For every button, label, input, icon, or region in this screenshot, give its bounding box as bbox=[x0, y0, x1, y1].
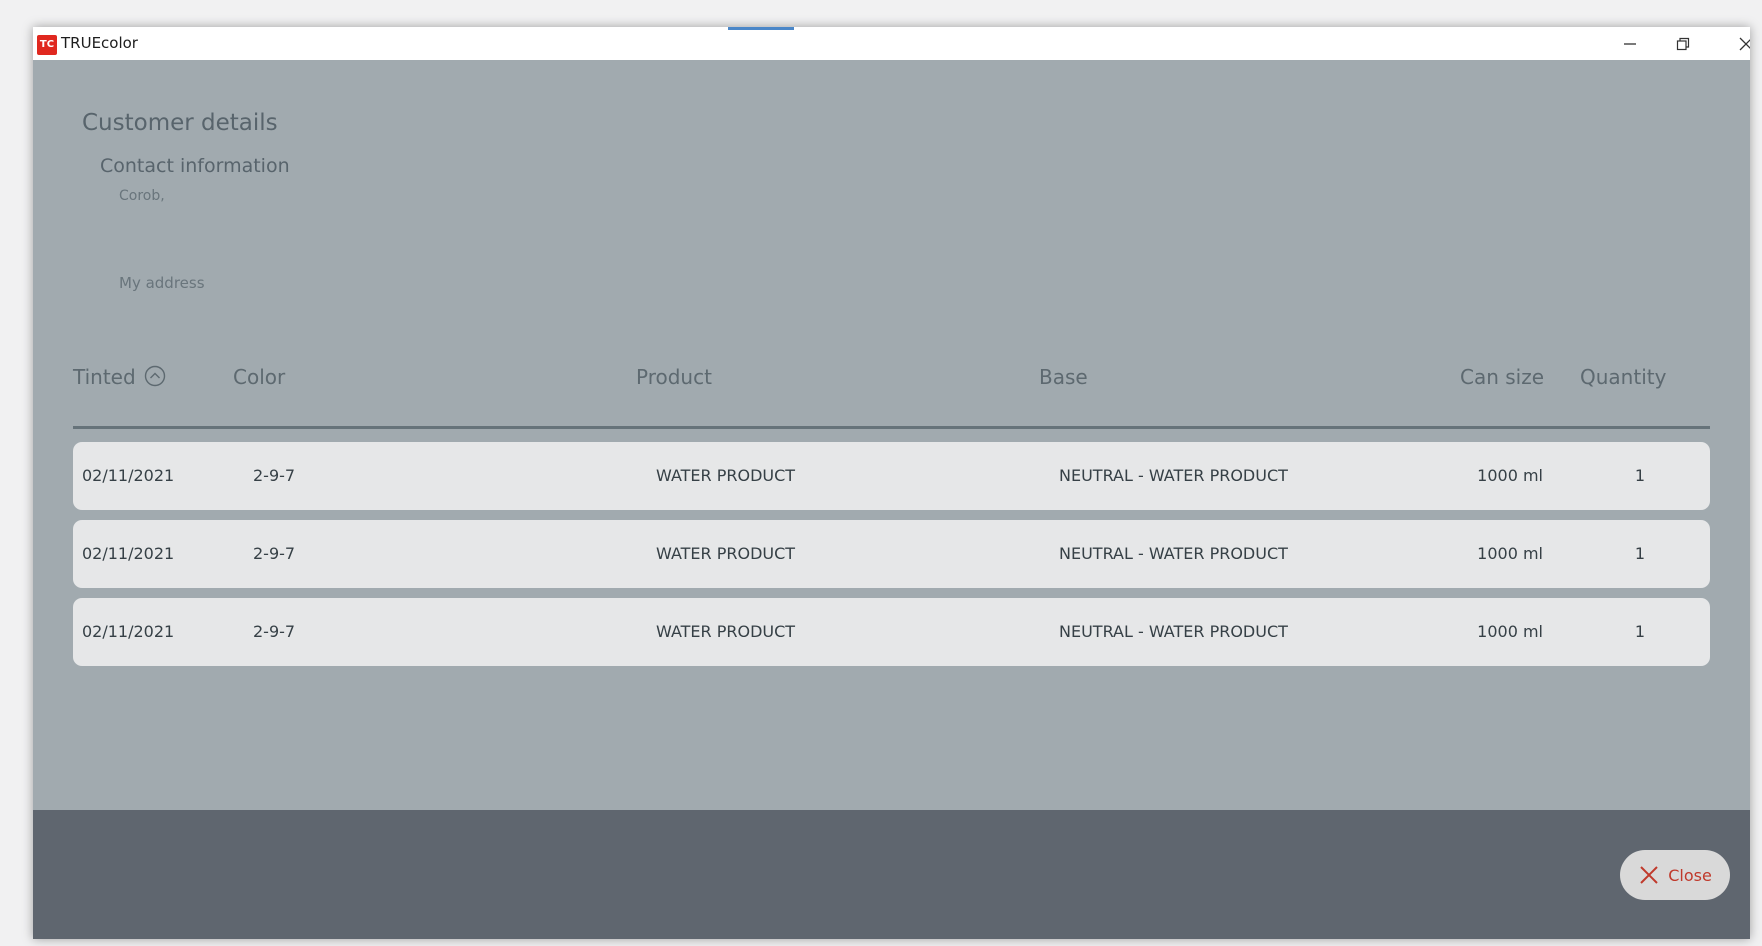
cell-product: WATER PRODUCT bbox=[656, 466, 796, 485]
close-button-label: Close bbox=[1668, 865, 1712, 885]
cell-quantity: 1 bbox=[1634, 622, 1646, 641]
cell-product: WATER PRODUCT bbox=[656, 544, 796, 563]
cell-tinted: 02/11/2021 bbox=[82, 544, 175, 563]
minimize-button[interactable] bbox=[1603, 27, 1657, 60]
close-icon bbox=[1640, 866, 1658, 884]
column-header-base: Base bbox=[1039, 365, 1088, 389]
column-header-label: Tinted bbox=[73, 365, 136, 389]
app-logo-icon: TC bbox=[37, 35, 57, 55]
column-header-color: Color bbox=[233, 365, 286, 389]
column-header-product: Product bbox=[636, 365, 712, 389]
cell-can-size: 1000 ml bbox=[1477, 622, 1543, 641]
column-header-quantity: Quantity bbox=[1580, 365, 1667, 389]
cell-color: 2-9-7 bbox=[253, 466, 296, 485]
window-close-button[interactable] bbox=[1719, 27, 1750, 60]
title-accent-bar bbox=[728, 27, 794, 30]
cell-tinted: 02/11/2021 bbox=[82, 466, 175, 485]
column-header-can-size: Can size bbox=[1460, 365, 1545, 389]
table-header: Tinted Color Product Base Can size Quant… bbox=[33, 365, 1750, 405]
close-x-icon bbox=[1739, 37, 1750, 50]
restore-icon bbox=[1676, 37, 1690, 50]
customer-address: My address bbox=[119, 274, 205, 292]
close-button[interactable]: Close bbox=[1620, 850, 1730, 900]
section-title: Customer details bbox=[82, 110, 278, 136]
minimize-icon bbox=[1624, 42, 1636, 45]
cell-quantity: 1 bbox=[1634, 544, 1646, 563]
cell-product: WATER PRODUCT bbox=[656, 622, 796, 641]
cell-can-size: 1000 ml bbox=[1477, 466, 1543, 485]
restore-button[interactable] bbox=[1656, 27, 1710, 60]
cell-quantity: 1 bbox=[1634, 466, 1646, 485]
table-row[interactable]: 02/11/2021 2-9-7 WATER PRODUCT NEUTRAL -… bbox=[73, 520, 1710, 588]
cell-base: NEUTRAL - WATER PRODUCT bbox=[1059, 544, 1288, 563]
column-header-tinted[interactable]: Tinted bbox=[73, 365, 166, 392]
cell-color: 2-9-7 bbox=[253, 622, 296, 641]
header-divider bbox=[73, 426, 1710, 429]
table-row[interactable]: 02/11/2021 2-9-7 WATER PRODUCT NEUTRAL -… bbox=[73, 442, 1710, 510]
app-window: TC TRUEcolor Customer details Contact in… bbox=[33, 27, 1750, 939]
title-bar: TC TRUEcolor bbox=[33, 27, 1750, 60]
customer-name: Corob, bbox=[119, 188, 165, 204]
cell-base: NEUTRAL - WATER PRODUCT bbox=[1059, 466, 1288, 485]
contact-information-title: Contact information bbox=[100, 155, 290, 177]
table-row[interactable]: 02/11/2021 2-9-7 WATER PRODUCT NEUTRAL -… bbox=[73, 598, 1710, 666]
cell-base: NEUTRAL - WATER PRODUCT bbox=[1059, 622, 1288, 641]
window-title: TRUEcolor bbox=[61, 34, 138, 52]
main-content: Customer details Contact information Cor… bbox=[33, 60, 1750, 810]
footer-bar: Close bbox=[33, 810, 1750, 939]
table-body: 02/11/2021 2-9-7 WATER PRODUCT NEUTRAL -… bbox=[73, 442, 1710, 676]
cell-tinted: 02/11/2021 bbox=[82, 622, 175, 641]
cell-color: 2-9-7 bbox=[253, 544, 296, 563]
chevron-up-circle-icon[interactable] bbox=[144, 365, 166, 392]
cell-can-size: 1000 ml bbox=[1477, 544, 1543, 563]
